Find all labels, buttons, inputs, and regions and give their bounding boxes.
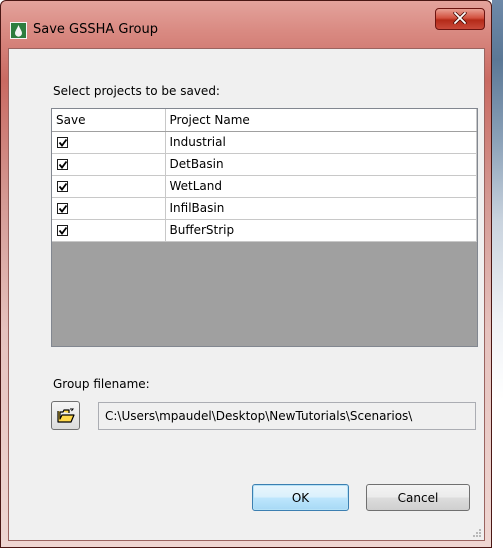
save-checkbox[interactable] <box>57 203 68 214</box>
save-checkbox[interactable] <box>57 137 68 148</box>
open-folder-icon <box>56 408 75 423</box>
save-checkbox[interactable] <box>57 225 68 236</box>
ok-button[interactable]: OK <box>252 484 349 511</box>
checkmark-icon <box>58 204 68 213</box>
cancel-button[interactable]: Cancel <box>366 484 470 511</box>
table-row[interactable]: WetLand <box>52 175 477 198</box>
close-button[interactable] <box>435 8 485 30</box>
checkmark-icon <box>58 182 68 191</box>
group-filename-label: Group filename: <box>53 377 150 391</box>
dialog-title: Save GSSHA Group <box>33 22 158 37</box>
column-header-save[interactable]: Save <box>52 109 166 132</box>
save-cell[interactable] <box>52 153 166 176</box>
gssha-drop-icon <box>10 22 27 39</box>
dialog-client-area: Select projects to be saved: Save Projec… <box>8 48 485 541</box>
title-bar[interactable]: Save GSSHA Group <box>1 1 491 39</box>
table-row[interactable]: BufferStrip <box>52 219 477 242</box>
save-cell[interactable] <box>52 219 166 242</box>
save-cell[interactable] <box>52 175 166 198</box>
table-row[interactable]: DetBasin <box>52 153 477 176</box>
project-name-cell[interactable]: BufferStrip <box>165 219 477 242</box>
projects-grid[interactable]: Save Project Name Industrial DetBasin We… <box>51 108 478 347</box>
save-cell[interactable] <box>52 131 166 154</box>
close-icon <box>453 10 467 27</box>
save-gssha-group-dialog: Save GSSHA Group Select projects to be s… <box>0 0 492 548</box>
save-checkbox[interactable] <box>57 181 68 192</box>
resize-grip[interactable] <box>470 526 482 538</box>
select-projects-label: Select projects to be saved: <box>53 84 220 98</box>
save-checkbox[interactable] <box>57 159 68 170</box>
column-header-project-name[interactable]: Project Name <box>165 109 477 132</box>
project-name-cell[interactable]: InfilBasin <box>165 197 477 220</box>
checkmark-icon <box>58 226 68 235</box>
project-name-cell[interactable]: WetLand <box>165 175 477 198</box>
checkmark-icon <box>58 160 68 169</box>
save-cell[interactable] <box>52 197 166 220</box>
project-name-cell[interactable]: DetBasin <box>165 153 477 176</box>
table-row[interactable]: InfilBasin <box>52 197 477 220</box>
grid-header-row: Save Project Name <box>52 109 477 132</box>
project-name-cell[interactable]: Industrial <box>165 131 477 154</box>
resize-grip-icon <box>473 529 481 537</box>
table-row[interactable]: Industrial <box>52 131 477 154</box>
checkmark-icon <box>58 138 68 147</box>
background-window-edge <box>492 0 503 548</box>
browse-button[interactable] <box>51 401 80 430</box>
group-filename-input[interactable] <box>98 402 476 430</box>
